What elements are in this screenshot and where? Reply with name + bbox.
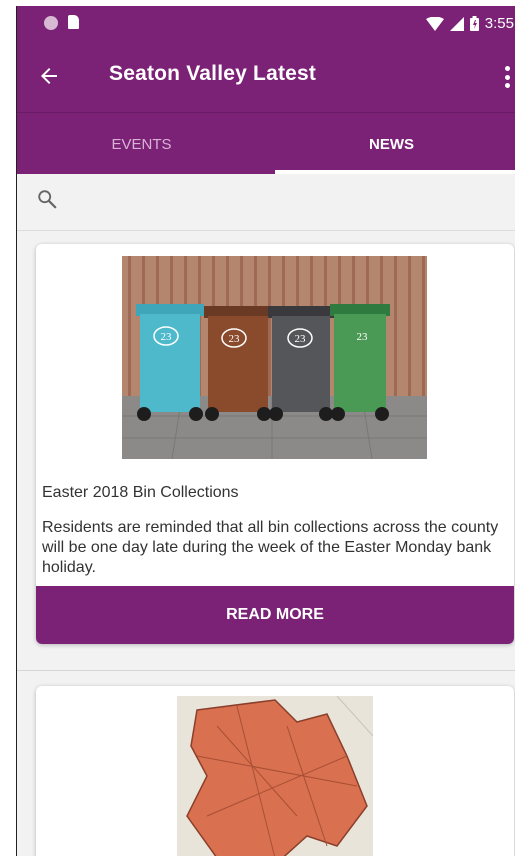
notification-dot-icon bbox=[44, 16, 58, 30]
more-vert-icon[interactable] bbox=[504, 66, 510, 88]
bin-number-label: 23 bbox=[357, 331, 369, 343]
battery-icon bbox=[469, 16, 479, 31]
tab-events[interactable]: EVENTS bbox=[17, 113, 266, 175]
list-divider bbox=[17, 670, 515, 671]
tab-bar: EVENTS NEWS bbox=[17, 112, 515, 175]
search-bar[interactable] bbox=[17, 174, 515, 231]
news-card: 23 23 23 23 Easter 2018 Bin Collections … bbox=[36, 244, 514, 644]
signal-icon bbox=[449, 16, 464, 31]
status-bar: 3:55 bbox=[17, 6, 515, 42]
status-indicators: 3:55 bbox=[425, 15, 514, 32]
tab-news[interactable]: NEWS bbox=[267, 113, 515, 175]
status-time: 3:55 bbox=[484, 15, 514, 32]
app-toolbar: Seaton Valley Latest bbox=[17, 42, 515, 112]
app-screen: 3:55 Seaton Valley Latest EVENTS NEWS 23… bbox=[16, 6, 515, 856]
page-title: Seaton Valley Latest bbox=[109, 62, 317, 85]
back-arrow-icon[interactable] bbox=[37, 64, 61, 88]
search-icon[interactable] bbox=[36, 188, 58, 210]
bin-number-label: 23 bbox=[229, 333, 241, 345]
news-title: Easter 2018 Bin Collections bbox=[42, 484, 239, 501]
bin-number-label: 23 bbox=[295, 333, 307, 345]
news-description: Residents are reminded that all bin coll… bbox=[42, 519, 499, 576]
wheelie-bins-photo: 23 23 23 23 bbox=[122, 256, 427, 459]
read-more-button[interactable]: READ MORE bbox=[36, 586, 514, 644]
bin-number-label: 23 bbox=[161, 331, 173, 343]
news-card bbox=[36, 686, 514, 856]
area-map bbox=[177, 696, 373, 856]
wifi-icon bbox=[425, 16, 444, 31]
sd-card-icon bbox=[68, 15, 79, 29]
